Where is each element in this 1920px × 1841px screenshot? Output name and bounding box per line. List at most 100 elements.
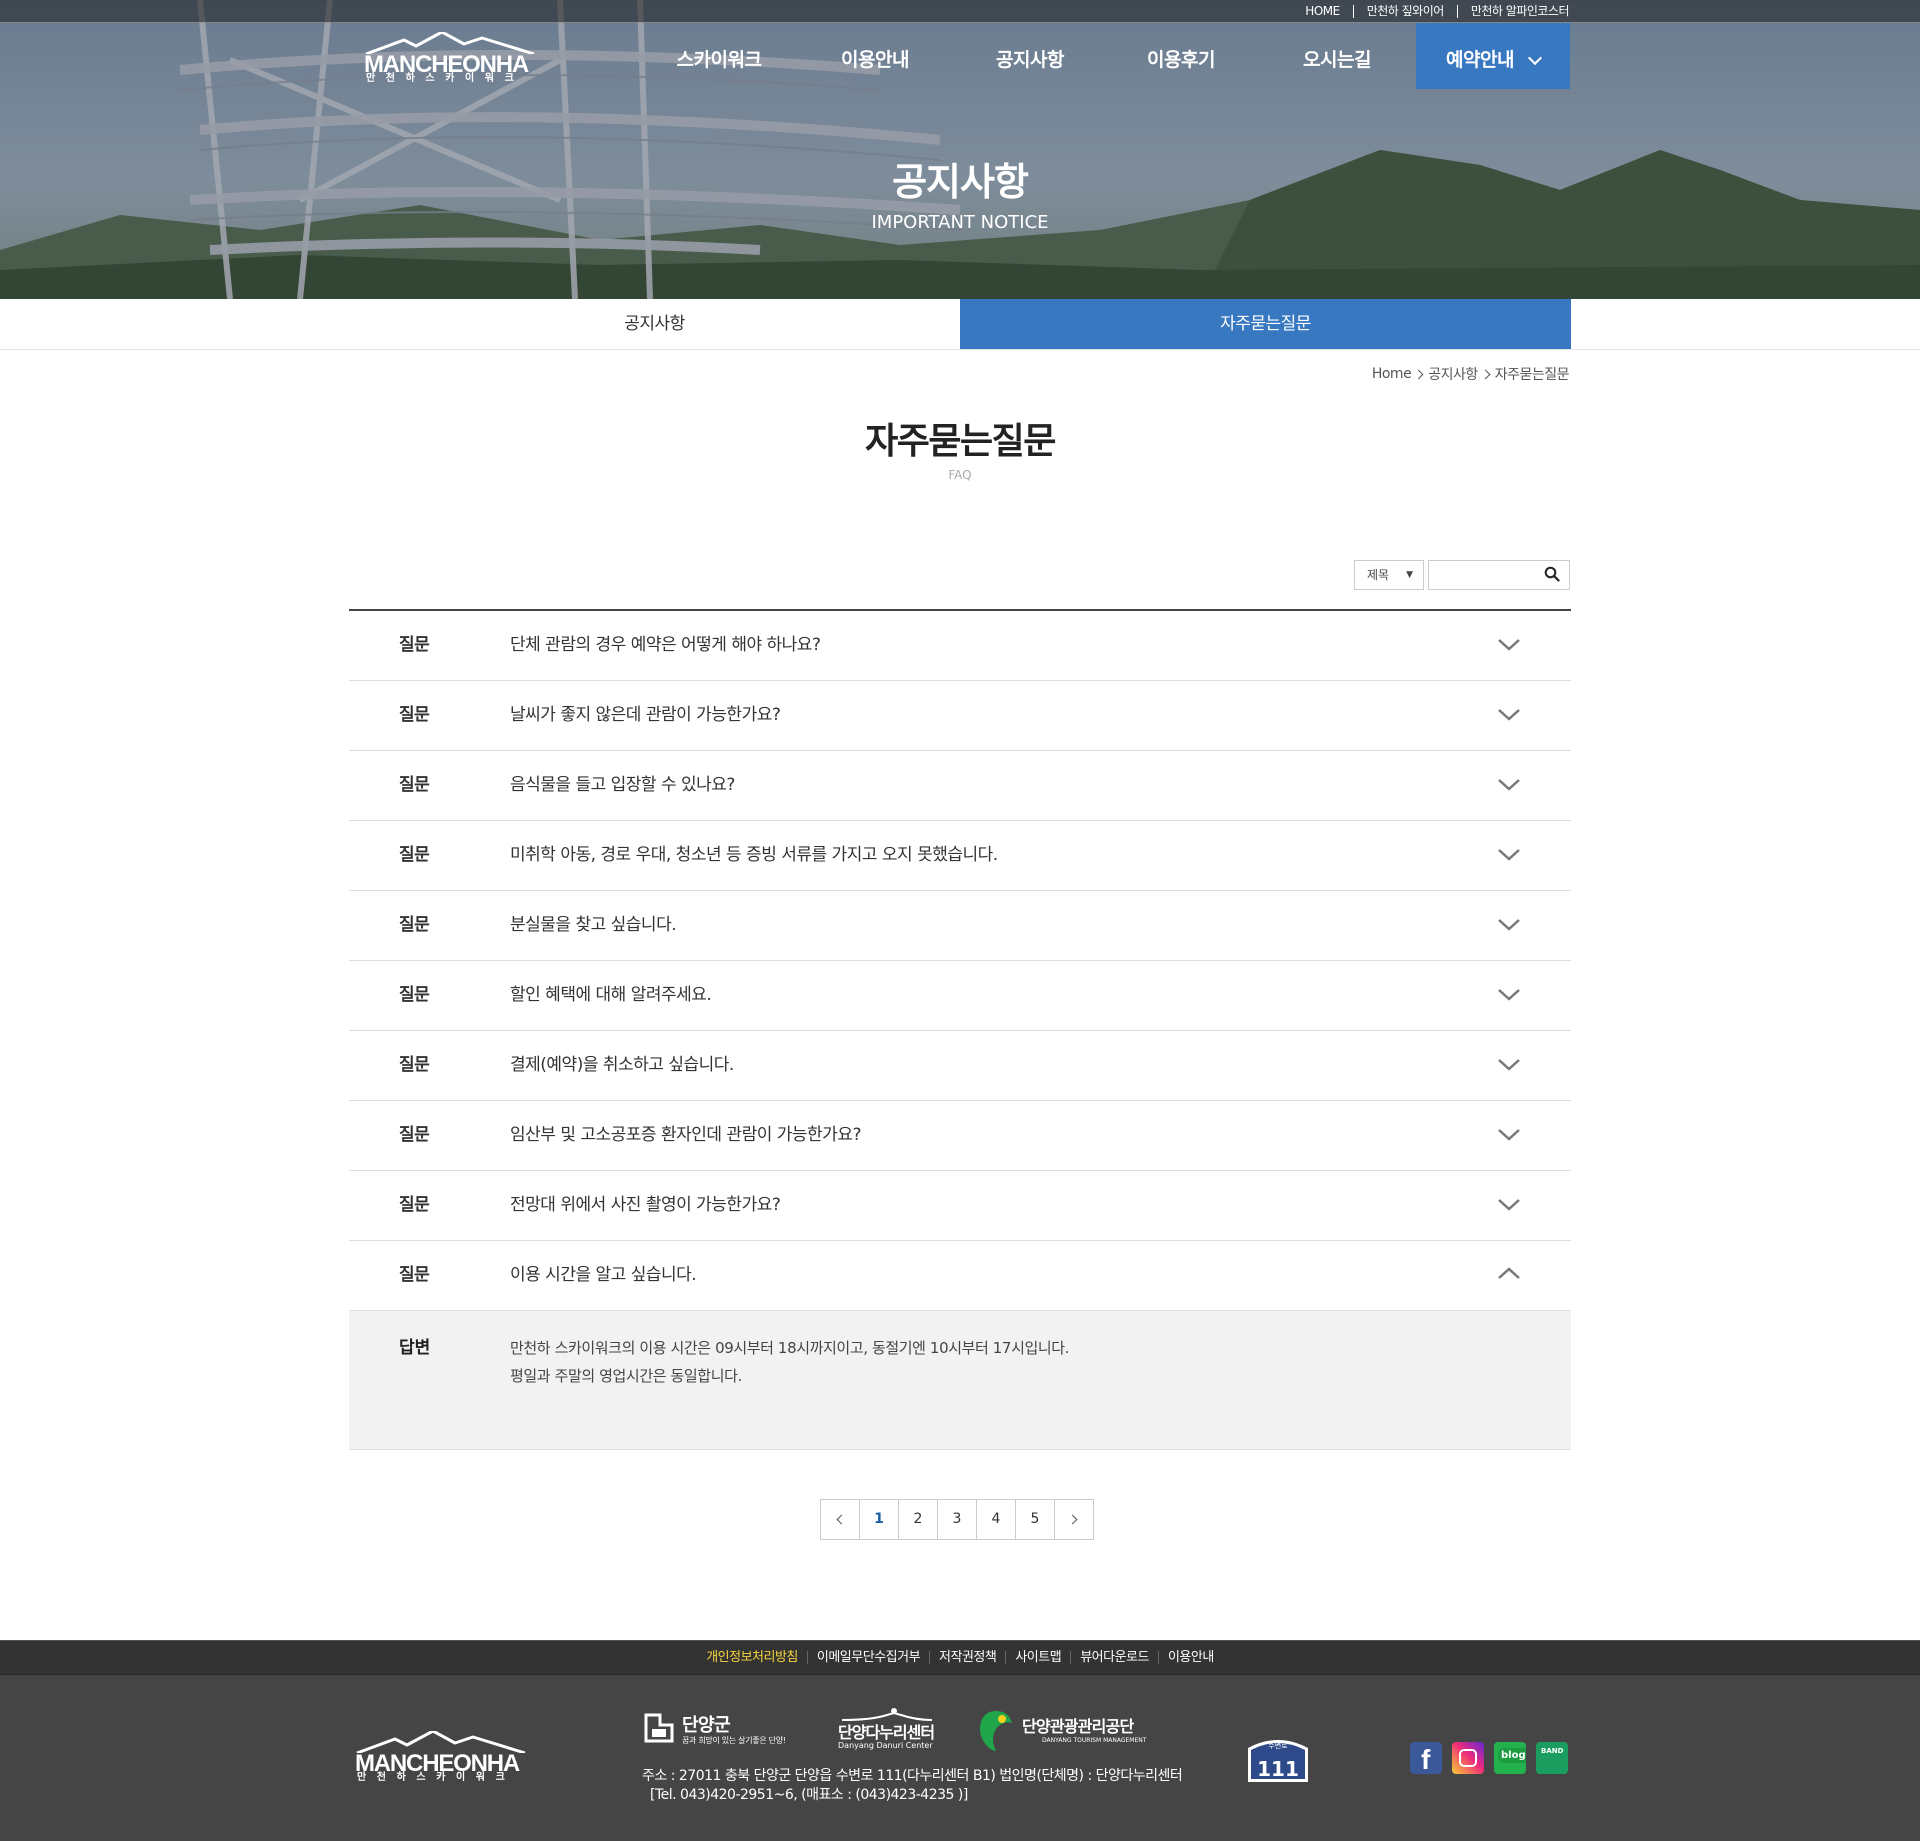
nav-item-reservation[interactable]: 예약안내 bbox=[1416, 23, 1570, 89]
utility-bar: HOME 만천하 짚와이어 만천하 알파인코스터 bbox=[0, 0, 1920, 23]
nav-item-guide[interactable]: 이용안내 bbox=[811, 23, 939, 89]
breadcrumb-home[interactable]: Home bbox=[1372, 366, 1412, 382]
road-address-badge: 수변로 111 bbox=[1248, 1740, 1308, 1782]
instagram-icon[interactable] bbox=[1452, 1742, 1484, 1774]
address-line: 주소 : 27011 충북 단양군 단양읍 수변로 111(다누리센터 B1) … bbox=[642, 1768, 1183, 1784]
org-slogan: DANYANG TOURISM MANAGEMENT bbox=[1042, 1737, 1147, 1744]
faq-item[interactable]: 질문 미취학 아동, 경로 우대, 청소년 등 증빙 서류를 가지고 오지 못했… bbox=[349, 821, 1571, 891]
chevron-down-icon[interactable] bbox=[1496, 634, 1522, 654]
org-name: 단양군 bbox=[682, 1715, 731, 1736]
faq-item[interactable]: 질문 전망대 위에서 사진 촬영이 가능한가요? bbox=[349, 1171, 1571, 1241]
breadcrumb-notice[interactable]: 공지사항 bbox=[1428, 364, 1478, 384]
utility-link-home[interactable]: HOME bbox=[1292, 5, 1352, 18]
faq-item[interactable]: 질문 분실물을 찾고 싶습니다. bbox=[349, 891, 1571, 961]
utility-links: HOME 만천하 짚와이어 만천하 알파인코스터 bbox=[1292, 0, 1570, 23]
search-button[interactable] bbox=[1538, 563, 1566, 587]
chevron-down-icon[interactable] bbox=[1496, 774, 1522, 794]
chevron-down-icon[interactable] bbox=[1496, 844, 1522, 864]
faq-question-label: 질문 bbox=[399, 1195, 430, 1215]
search-icon bbox=[1544, 566, 1560, 582]
chevron-down-icon[interactable] bbox=[1496, 1054, 1522, 1074]
chevron-down-icon[interactable] bbox=[1496, 1124, 1522, 1144]
nav-item-directions[interactable]: 오시는길 bbox=[1273, 23, 1401, 89]
faq-question-label: 질문 bbox=[399, 635, 430, 655]
nav-item-skywalk[interactable]: 스카이워크 bbox=[655, 23, 783, 89]
org-slogan: 꿈과 희망이 있는 살기좋은 단양! bbox=[682, 1736, 786, 1745]
utility-link-zipwire[interactable]: 만천하 짚와이어 bbox=[1352, 5, 1457, 18]
faq-question-text: 전망대 위에서 사진 촬영이 가능한가요? bbox=[510, 1195, 781, 1215]
address-line: [Tel. 043)420-2951~6, (매표소 : (043)423-42… bbox=[650, 1787, 968, 1803]
faq-question-label: 질문 bbox=[399, 775, 430, 795]
org-logo-tourism-management[interactable]: 단양관광관리공단 DANYANG TOURISM MANAGEMENT bbox=[978, 1707, 1148, 1755]
chevron-up-icon[interactable] bbox=[1496, 1264, 1522, 1284]
org-name: 단양관광관리공단 bbox=[1022, 1717, 1134, 1736]
footer-logo: MANCHEONHA 만천하스카이워크 bbox=[355, 1731, 527, 1783]
footer-link-viewer-download[interactable]: 뷰어다운로드 bbox=[1070, 1651, 1158, 1664]
chevron-right-icon bbox=[1480, 369, 1491, 379]
prev-page-button[interactable] bbox=[820, 1499, 860, 1540]
tab-faq[interactable]: 자주묻는질문 bbox=[960, 299, 1571, 349]
footer-link-guide[interactable]: 이용안내 bbox=[1157, 1651, 1223, 1664]
faq-list: 질문 단체 관람의 경우 예약은 어떻게 해야 하나요? 질문 날씨가 좋지 않… bbox=[349, 609, 1571, 1450]
search-field-select[interactable]: 제목 ▼ bbox=[1354, 560, 1424, 590]
footer-link-sitemap[interactable]: 사이트맵 bbox=[1005, 1651, 1070, 1664]
next-page-button[interactable] bbox=[1054, 1499, 1094, 1540]
band-icon[interactable] bbox=[1536, 1742, 1568, 1774]
faq-question-label: 질문 bbox=[399, 1125, 430, 1145]
org-logo-danyang-county[interactable]: 단양군 꿈과 희망이 있는 살기좋은 단양! bbox=[642, 1707, 792, 1755]
page-subtitle: FAQ bbox=[948, 468, 972, 482]
faq-question-label: 질문 bbox=[399, 705, 430, 725]
faq-question-text: 미취학 아동, 경로 우대, 청소년 등 증빙 서류를 가지고 오지 못했습니다… bbox=[510, 845, 998, 865]
faq-question-text: 날씨가 좋지 않은데 관람이 가능한가요? bbox=[510, 705, 781, 725]
footer-links: 개인정보처리방침 이메일무단수집거부 저작권정책 사이트맵 뷰어다운로드 이용안… bbox=[0, 1640, 1920, 1675]
nav-item-reservation-label: 예약안내 bbox=[1446, 49, 1514, 71]
sns-links bbox=[1410, 1742, 1568, 1774]
chevron-down-icon[interactable] bbox=[1496, 1194, 1522, 1214]
faq-question-text: 할인 혜택에 대해 알려주세요. bbox=[510, 985, 712, 1005]
faq-item[interactable]: 질문 결제(예약)을 취소하고 싶습니다. bbox=[349, 1031, 1571, 1101]
tab-notice[interactable]: 공지사항 bbox=[349, 299, 960, 349]
caret-down-icon: ▼ bbox=[1406, 570, 1413, 580]
page-button-4[interactable]: 4 bbox=[976, 1499, 1016, 1540]
blog-icon[interactable] bbox=[1494, 1742, 1526, 1774]
sub-tabs: 공지사항 자주묻는질문 bbox=[0, 299, 1920, 350]
footer-link-email-refusal[interactable]: 이메일무단수집거부 bbox=[806, 1651, 929, 1664]
badge-top-text: 수변로 bbox=[1268, 1742, 1288, 1750]
chevron-left-icon bbox=[836, 1514, 847, 1525]
faq-item[interactable]: 질문 단체 관람의 경우 예약은 어떻게 해야 하나요? bbox=[349, 611, 1571, 681]
search-field-select-value: 제목 bbox=[1367, 568, 1390, 582]
faq-item[interactable]: 질문 할인 혜택에 대해 알려주세요. bbox=[349, 961, 1571, 1031]
faq-question-label: 질문 bbox=[399, 1055, 430, 1075]
chevron-right-icon bbox=[1067, 1514, 1078, 1525]
footer-link-privacy[interactable]: 개인정보처리방침 bbox=[697, 1651, 807, 1664]
footer-address: 주소 : 27011 충북 단양군 단양읍 수변로 111(다누리센터 B1) … bbox=[642, 1767, 1183, 1805]
faq-question-label: 질문 bbox=[399, 985, 430, 1005]
faq-item[interactable]: 질문 날씨가 좋지 않은데 관람이 가능한가요? bbox=[349, 681, 1571, 751]
chevron-down-icon[interactable] bbox=[1496, 984, 1522, 1004]
nav-item-reviews[interactable]: 이용후기 bbox=[1117, 23, 1245, 89]
page-button-5[interactable]: 5 bbox=[1015, 1499, 1055, 1540]
page-button-3[interactable]: 3 bbox=[937, 1499, 977, 1540]
chevron-down-icon[interactable] bbox=[1496, 914, 1522, 934]
faq-item[interactable]: 질문 음식물을 들고 입장할 수 있나요? bbox=[349, 751, 1571, 821]
org-slogan: Danyang Danuri Center bbox=[838, 1741, 933, 1750]
faq-question-text: 결제(예약)을 취소하고 싶습니다. bbox=[510, 1055, 734, 1075]
page-button-1[interactable]: 1 bbox=[859, 1499, 899, 1540]
faq-item-expanded[interactable]: 질문 이용 시간을 알고 싶습니다. bbox=[349, 1241, 1571, 1311]
facebook-icon[interactable] bbox=[1410, 1742, 1442, 1774]
nav-item-notice[interactable]: 공지사항 bbox=[966, 23, 1094, 89]
faq-question-label: 질문 bbox=[399, 1265, 430, 1285]
page-title: 자주묻는질문 bbox=[865, 421, 1056, 462]
footer-link-copyright[interactable]: 저작권정책 bbox=[929, 1651, 1005, 1664]
faq-question-text: 단체 관람의 경우 예약은 어떻게 해야 하나요? bbox=[510, 635, 821, 655]
faq-question-text: 이용 시간을 알고 싶습니다. bbox=[510, 1265, 697, 1285]
chevron-down-icon[interactable] bbox=[1496, 704, 1522, 724]
faq-question-label: 질문 bbox=[399, 915, 430, 935]
faq-answer-line: 평일과 주말의 영업시간은 동일합니다. bbox=[510, 1367, 742, 1385]
org-logo-danuri-center[interactable]: 단양다누리센터 Danyang Danuri Center bbox=[836, 1707, 936, 1755]
hero-title: 공지사항 bbox=[892, 160, 1029, 204]
faq-item[interactable]: 질문 임산부 및 고소공포증 환자인데 관람이 가능한가요? bbox=[349, 1101, 1571, 1171]
utility-link-alpine-coaster[interactable]: 만천하 알파인코스터 bbox=[1456, 5, 1570, 18]
page-button-2[interactable]: 2 bbox=[898, 1499, 938, 1540]
faq-question-text: 음식물을 들고 입장할 수 있나요? bbox=[510, 775, 735, 795]
